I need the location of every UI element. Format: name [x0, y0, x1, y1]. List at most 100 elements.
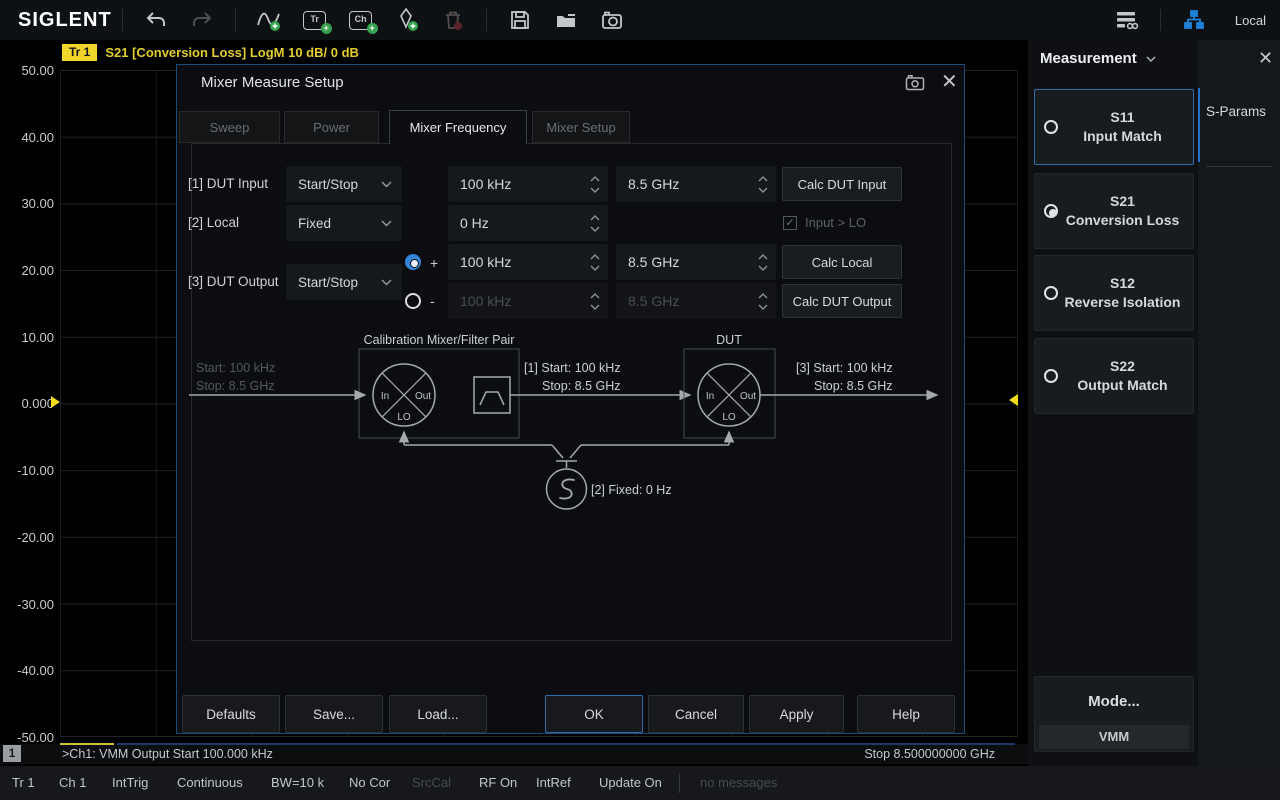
param-code: S22	[1058, 357, 1187, 376]
save-button[interactable]: Save...	[285, 695, 383, 733]
add-trace-icon[interactable]	[246, 4, 292, 36]
tab-sweep[interactable]: Sweep	[179, 111, 280, 143]
mixer-block-diagram: Calibration Mixer/Filter Pair Start: 100…	[185, 331, 949, 521]
checkbox-checked-icon: ✓	[783, 216, 797, 230]
close-icon[interactable]: ✕	[1258, 48, 1273, 69]
calibration-mixer-symbol: In Out LO	[373, 364, 435, 426]
lo-plus-radio[interactable]	[405, 254, 421, 270]
y-axis-tick: -30.00	[0, 597, 54, 612]
channel-number-badge[interactable]: 1	[3, 745, 21, 762]
status-item-bandwidth[interactable]: BW=10 k	[271, 775, 324, 790]
trace-settings-text[interactable]: S21 [Conversion Loss] LogM 10 dB/ 0 dB	[105, 45, 359, 60]
calc-dut-output-button[interactable]: Calc DUT Output	[782, 284, 902, 318]
param-name: Output Match	[1058, 376, 1187, 395]
minus-sign-label: -	[430, 293, 435, 309]
spinner-arrows	[758, 293, 768, 310]
dut-input-label: [1] DUT Input	[188, 176, 268, 191]
new-trace-window-icon[interactable]: Tr +	[292, 4, 338, 36]
spinner-arrows[interactable]	[590, 176, 600, 193]
reference-level-marker-left	[51, 396, 60, 408]
lan-status-icon[interactable]	[1171, 4, 1217, 36]
status-item-sweep[interactable]: Continuous	[177, 775, 243, 790]
mixer-measure-setup-dialog: Mixer Measure Setup ✕ Sweep Power Mixer …	[176, 64, 965, 734]
screenshot-icon[interactable]	[589, 4, 635, 36]
y-axis-tick: 10.00	[0, 330, 54, 345]
dut-input-mode-select[interactable]: Start/Stop	[286, 166, 402, 202]
brand-logo: SIGLENT	[18, 9, 112, 32]
radio-icon[interactable]	[1044, 369, 1058, 383]
add-channel-icon[interactable]: Ch +	[338, 4, 384, 36]
status-item-update[interactable]: Update On	[599, 775, 662, 790]
spinner-arrows[interactable]	[590, 254, 600, 271]
local-mode-select[interactable]: Fixed	[286, 205, 402, 241]
mode-button[interactable]: Mode... VMM	[1034, 676, 1194, 752]
tab-mixer-frequency[interactable]: Mixer Frequency	[389, 110, 527, 144]
dut-output-start-field-minus: 100 kHz	[448, 283, 608, 319]
undo-icon[interactable]	[133, 4, 179, 36]
apply-button[interactable]: Apply	[749, 695, 844, 733]
dut-input-stop-field[interactable]: 8.5 GHz	[616, 166, 776, 202]
status-item-rf[interactable]: RF On	[479, 775, 517, 790]
tab-s-params[interactable]: S-Params	[1206, 104, 1266, 119]
radio-icon[interactable]	[1044, 286, 1058, 300]
trace-badge[interactable]: Tr 1	[62, 44, 97, 61]
status-item-trigger[interactable]: IntTrig	[112, 775, 148, 790]
defaults-button[interactable]: Defaults	[182, 695, 280, 733]
measurement-option-s22[interactable]: S22 Output Match	[1034, 338, 1194, 414]
channel-window-edge	[117, 743, 1015, 745]
status-item-correction[interactable]: No Cor	[349, 775, 390, 790]
dut-input-start-field[interactable]: 100 kHz	[448, 166, 608, 202]
lo-source-symbol	[547, 469, 587, 509]
param-code: S11	[1058, 108, 1187, 127]
calc-dut-input-button[interactable]: Calc DUT Input	[782, 167, 902, 201]
measurement-option-s12[interactable]: S12 Reverse Isolation	[1034, 255, 1194, 331]
recall-icon[interactable]	[543, 4, 589, 36]
calibration-pair-label: Calibration Mixer/Filter Pair	[364, 333, 515, 347]
status-item-srccal[interactable]: SrcCal	[412, 775, 451, 790]
add-marker-icon[interactable]	[384, 4, 430, 36]
chevron-down-icon	[1145, 55, 1157, 63]
mode-value-badge: VMM	[1039, 725, 1189, 749]
tab-mixer-setup[interactable]: Mixer Setup	[532, 111, 630, 143]
dialog-close-icon[interactable]: ✕	[941, 69, 958, 94]
help-button[interactable]: Help	[857, 695, 955, 733]
delete-icon[interactable]	[430, 4, 476, 36]
save-icon[interactable]	[497, 4, 543, 36]
spinner-arrows[interactable]	[590, 215, 600, 232]
sidebar-title[interactable]: Measurement	[1040, 50, 1157, 67]
status-item-reference[interactable]: IntRef	[536, 775, 571, 790]
radio-selected-icon[interactable]	[1044, 204, 1058, 218]
measurement-option-s11[interactable]: S11 Input Match	[1034, 89, 1194, 165]
y-axis-tick: 20.00	[0, 263, 54, 278]
window-layout-icon[interactable]	[1104, 4, 1150, 36]
dut-output-stop-field-plus[interactable]: 8.5 GHz	[616, 244, 776, 280]
cancel-button[interactable]: Cancel	[648, 695, 744, 733]
status-item-trace[interactable]: Tr 1	[12, 775, 35, 790]
param-name: Reverse Isolation	[1058, 293, 1187, 312]
spinner-arrows[interactable]	[758, 176, 768, 193]
input-stop-label: Stop: 8.5 GHz	[196, 379, 275, 393]
lo-minus-radio[interactable]	[405, 293, 421, 309]
redo-icon[interactable]	[179, 4, 225, 36]
tab-power[interactable]: Power	[284, 111, 379, 143]
trace-info-bar[interactable]: Tr 1 S21 [Conversion Loss] LogM 10 dB/ 0…	[62, 44, 359, 61]
spinner-arrows[interactable]	[758, 254, 768, 271]
local-fixed-field[interactable]: 0 Hz	[448, 205, 608, 241]
measurement-option-s21[interactable]: S21 Conversion Loss	[1034, 173, 1194, 249]
dialog-screenshot-icon[interactable]	[905, 74, 925, 96]
y-axis-tick: 30.00	[0, 196, 54, 211]
spinner-arrows	[590, 293, 600, 310]
radio-icon[interactable]	[1044, 120, 1058, 134]
dut-output-start-field-plus[interactable]: 100 kHz	[448, 244, 608, 280]
ok-button[interactable]: OK	[545, 695, 643, 733]
load-button[interactable]: Load...	[389, 695, 487, 733]
input-gt-lo-checkbox[interactable]: ✓ Input > LO	[783, 215, 866, 230]
status-item-channel[interactable]: Ch 1	[59, 775, 86, 790]
dut-output-mode-select[interactable]: Start/Stop	[286, 264, 402, 300]
toolbar-separator	[122, 9, 123, 31]
y-axis-tick: -40.00	[0, 663, 54, 678]
channel-status-strip: 1 >Ch1: VMM Output Start 100.000 kHz Sto…	[0, 744, 1028, 764]
measurement-sidebar: Measurement ✕ S11 Input Match S21 Conver…	[1028, 40, 1280, 766]
calc-local-button[interactable]: Calc Local	[782, 245, 902, 279]
output-stop-label: Stop: 8.5 GHz	[814, 379, 893, 393]
